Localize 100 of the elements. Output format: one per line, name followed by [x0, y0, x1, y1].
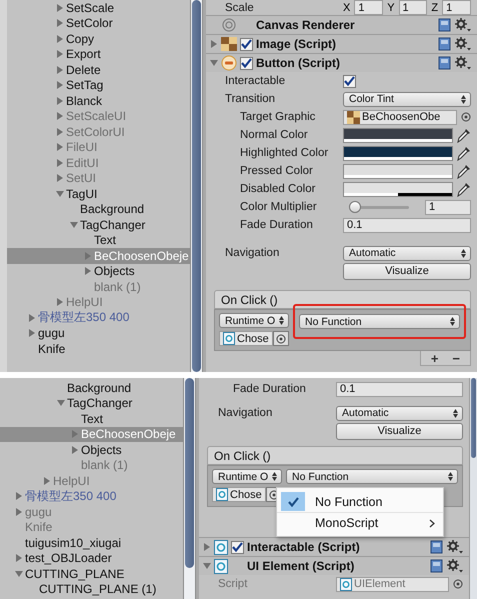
- gear-icon[interactable]: [447, 540, 463, 554]
- number-field[interactable]: 0.1: [336, 382, 463, 396]
- number-field[interactable]: 1: [354, 0, 384, 15]
- collapsed-arrow-icon[interactable]: [56, 96, 64, 105]
- tree-row[interactable]: Copy: [7, 31, 190, 46]
- object-field[interactable]: BeChoosenObe: [343, 110, 457, 124]
- tree-row[interactable]: Knife: [7, 341, 190, 356]
- dropdown[interactable]: Color Tint: [343, 92, 471, 106]
- add-button[interactable]: +: [430, 350, 438, 366]
- collapsed-arrow-icon[interactable]: [56, 34, 64, 43]
- number-field[interactable]: 0.1: [343, 218, 471, 232]
- book-icon[interactable]: [438, 56, 452, 70]
- collapsed-arrow-icon[interactable]: [84, 267, 92, 276]
- target-icon[interactable]: [269, 490, 279, 500]
- book-icon[interactable]: [430, 559, 444, 573]
- collapsed-arrow-icon[interactable]: [56, 4, 64, 12]
- book-icon[interactable]: [438, 37, 452, 51]
- collapsed-arrow-icon[interactable]: [43, 476, 51, 485]
- component-header[interactable]: Button (Script): [206, 53, 477, 72]
- eyedropper-icon[interactable]: [457, 146, 471, 160]
- collapsed-arrow-icon[interactable]: [71, 446, 79, 454]
- tree-row[interactable]: TagChanger: [7, 217, 190, 232]
- visualize-button[interactable]: Visualize: [343, 262, 471, 280]
- color-swatch[interactable]: [343, 164, 453, 178]
- scrollbar[interactable]: [190, 0, 203, 372]
- checkbox[interactable]: [240, 38, 253, 50]
- expanded-arrow-icon[interactable]: [70, 220, 78, 229]
- dropdown[interactable]: Automatic: [336, 406, 463, 420]
- tree-row[interactable]: TagChanger: [0, 396, 183, 411]
- tree-row[interactable]: Delete: [7, 62, 190, 78]
- tree-row[interactable]: tuigusim10_xiugai: [0, 535, 183, 550]
- collapsed-arrow-icon[interactable]: [56, 174, 64, 182]
- collapsed-arrow-icon[interactable]: [56, 50, 64, 58]
- scrollbar[interactable]: [183, 378, 196, 599]
- tree-row[interactable]: Blanck: [7, 93, 190, 108]
- collapsed-arrow-icon[interactable]: [56, 298, 64, 306]
- slider-thumb[interactable]: [349, 201, 361, 213]
- checkbox[interactable]: [343, 74, 356, 88]
- expanded-arrow-icon[interactable]: [203, 562, 211, 570]
- collapsed-arrow-icon[interactable]: [15, 508, 23, 516]
- gear-icon[interactable]: [455, 18, 471, 32]
- target-icon[interactable]: [276, 334, 286, 344]
- tree-row[interactable]: Text: [7, 232, 190, 248]
- expanded-arrow-icon[interactable]: [57, 399, 65, 408]
- collapsed-arrow-icon[interactable]: [56, 66, 64, 74]
- collapsed-arrow-icon[interactable]: [28, 329, 36, 338]
- checkbox[interactable]: [240, 56, 253, 70]
- tree-row[interactable]: CUTTING_PLANE: [0, 566, 183, 582]
- collapsed-arrow-icon[interactable]: [56, 81, 64, 90]
- collapsed-arrow-icon[interactable]: [56, 112, 64, 120]
- component-header[interactable]: Interactable (Script): [199, 537, 469, 556]
- dropdown[interactable]: Runtime O: [212, 469, 282, 484]
- tree-row[interactable]: TagUI: [7, 186, 190, 202]
- number-field[interactable]: 1: [425, 200, 471, 214]
- number-field[interactable]: 1: [442, 0, 471, 15]
- color-swatch[interactable]: [343, 128, 453, 142]
- object-field[interactable]: Chose: [219, 331, 273, 346]
- dropdown[interactable]: Automatic: [343, 246, 471, 260]
- component-header[interactable]: Canvas Renderer: [206, 15, 477, 34]
- component-header[interactable]: Image (Script): [206, 34, 477, 53]
- collapsed-arrow-icon[interactable]: [28, 314, 36, 322]
- expanded-arrow-icon[interactable]: [210, 59, 218, 67]
- remove-button[interactable]: −: [452, 350, 460, 366]
- color-swatch[interactable]: [343, 182, 453, 196]
- collapsed-arrow-icon[interactable]: [56, 143, 64, 152]
- tree-row[interactable]: SetScale: [7, 0, 190, 16]
- tree-row[interactable]: SetColor: [7, 16, 190, 31]
- tree-row[interactable]: test_OBJLoader: [0, 550, 183, 566]
- menu-item[interactable]: No Function: [277, 491, 443, 512]
- eyedropper-icon[interactable]: [457, 164, 471, 178]
- book-icon[interactable]: [430, 540, 444, 554]
- target-icon[interactable]: [461, 112, 471, 122]
- checkbox[interactable]: [231, 540, 244, 554]
- collapsed-arrow-icon[interactable]: [15, 554, 23, 562]
- dropdown[interactable]: No Function: [299, 314, 460, 329]
- collapsed-arrow-icon[interactable]: [56, 19, 64, 28]
- menu-item[interactable]: MonoScript: [277, 512, 443, 533]
- gear-icon[interactable]: [455, 56, 471, 70]
- scrollbar[interactable]: [469, 378, 477, 599]
- collapsed-arrow-icon[interactable]: [210, 40, 218, 48]
- number-field[interactable]: 1: [398, 0, 428, 15]
- color-swatch[interactable]: [343, 146, 453, 160]
- dropdown[interactable]: No Function: [286, 469, 458, 484]
- visualize-button[interactable]: Visualize: [336, 422, 463, 440]
- tree-row[interactable]: Objects: [7, 264, 190, 279]
- collapsed-arrow-icon[interactable]: [15, 492, 23, 500]
- component-header[interactable]: UI Element (Script): [199, 556, 469, 575]
- tree-row[interactable]: Export: [7, 46, 190, 62]
- book-icon[interactable]: [438, 18, 452, 32]
- collapsed-arrow-icon[interactable]: [56, 158, 64, 167]
- target-icon[interactable]: [453, 579, 463, 589]
- gear-icon[interactable]: [455, 37, 471, 51]
- collapsed-arrow-icon[interactable]: [56, 128, 64, 136]
- tree-row[interactable]: gugu: [7, 326, 190, 341]
- dropdown[interactable]: Runtime O: [219, 313, 289, 328]
- picker-button[interactable]: [273, 331, 289, 346]
- expanded-arrow-icon[interactable]: [56, 190, 64, 198]
- tree-row[interactable]: 骨模型左350 400: [0, 488, 183, 504]
- tree-row[interactable]: Objects: [0, 442, 183, 458]
- collapsed-arrow-icon[interactable]: [203, 543, 211, 551]
